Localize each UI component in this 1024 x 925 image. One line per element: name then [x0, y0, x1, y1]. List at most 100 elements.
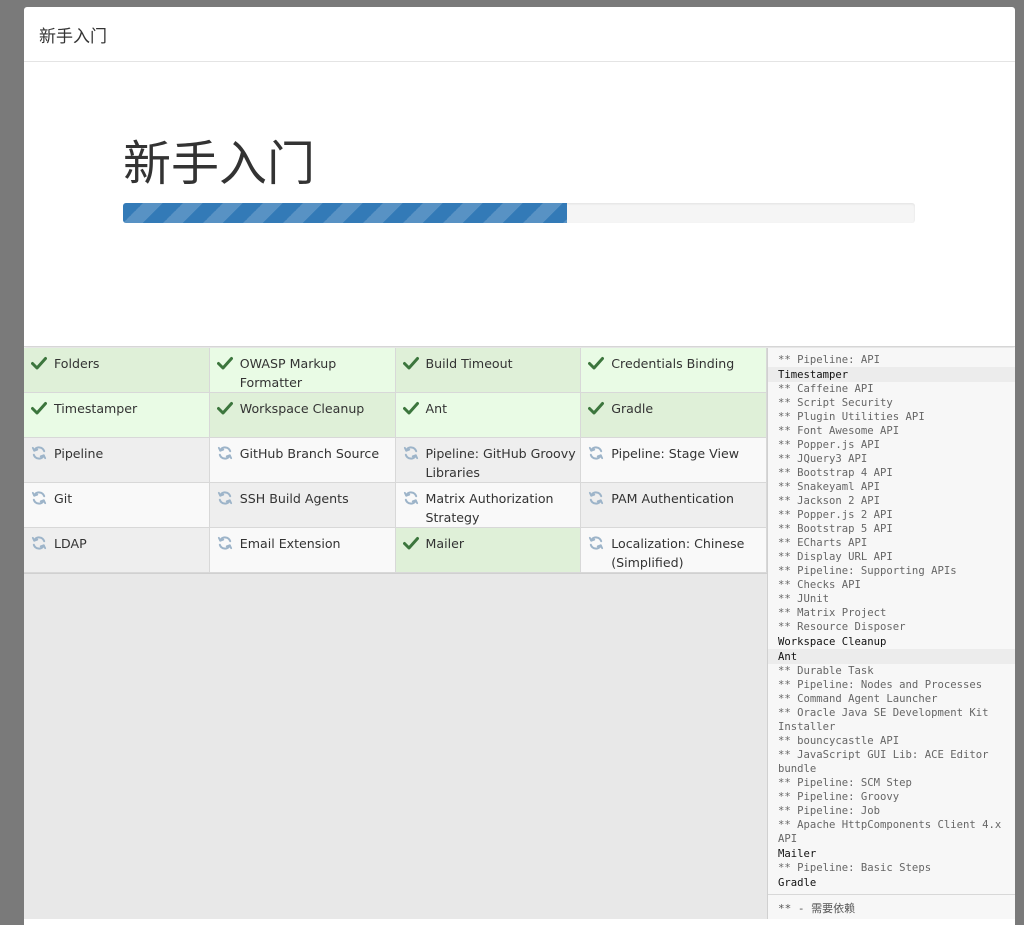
log-plugin-line: Ant — [768, 649, 1015, 664]
checkmark-icon — [402, 355, 419, 371]
refresh-icon — [403, 490, 419, 506]
plugin-item: GitHub Branch Source — [209, 438, 396, 483]
plugin-name: Pipeline: Stage View — [611, 446, 740, 461]
log-dependency-line: ** Checks API — [778, 579, 861, 591]
checkmark-icon — [588, 355, 605, 371]
refresh-icon — [31, 535, 47, 551]
plugin-item: Mailer — [395, 528, 582, 573]
log-dependency-line: ** Font Awesome API — [778, 425, 900, 437]
refresh-icon — [403, 445, 419, 461]
plugin-item: Pipeline — [24, 438, 210, 483]
log-dependency-line: ** Popper.js 2 API — [778, 509, 893, 521]
install-log[interactable]: ** Pipeline: API Timestamper ** Caffeine A… — [768, 348, 1015, 894]
plugin-item: PAM Authentication — [581, 483, 767, 528]
log-dependency-line: ** Resource Disposer — [778, 621, 906, 633]
install-progress-panel: 新手入门 — [24, 62, 1015, 347]
plugin-list: Folders OWASP Markup Formatter Build Timeo… — [24, 348, 767, 919]
log-plugin-line: Gradle — [778, 877, 817, 889]
plugin-name: OWASP Markup Formatter — [239, 356, 337, 390]
plugin-name: PAM Authentication — [611, 491, 734, 506]
refresh-icon — [588, 490, 604, 506]
log-dependency-line: ** Pipeline: Basic Steps — [778, 862, 932, 874]
log-dependency-line: ** Pipeline: Nodes and Processes — [778, 679, 983, 691]
log-dependency-line: ** Display URL API — [778, 551, 893, 563]
install-content: Folders OWASP Markup Formatter Build Timeo… — [24, 348, 1015, 919]
plugin-name: GitHub Branch Source — [239, 446, 380, 461]
plugin-item: Build Timeout — [395, 348, 582, 393]
log-plugin-line: Timestamper — [768, 367, 1015, 382]
dialog-header: 新手入门 — [24, 7, 1015, 62]
log-plugin-line: Workspace Cleanup — [778, 636, 887, 648]
log-dependency-line: ** Apache HttpComponents Client 4.x API — [778, 819, 1002, 845]
dialog-title: 新手入门 — [39, 26, 107, 47]
plugin-name: Pipeline: GitHub Groovy Libraries — [425, 446, 576, 480]
log-legend: ** - 需要依赖 — [768, 894, 1015, 919]
checkmark-icon — [31, 400, 47, 416]
log-dependency-line: ** Matrix Project — [778, 607, 887, 619]
plugin-name: Ant — [425, 401, 448, 416]
plugin-name: Timestamper — [54, 401, 138, 416]
log-dependency-line: ** Jackson 2 API — [778, 495, 881, 507]
refresh-icon — [217, 535, 233, 551]
plugin-name: SSH Build Agents — [239, 491, 349, 506]
plugin-item: Folders — [24, 348, 210, 393]
plugin-item: Email Extension — [209, 528, 396, 573]
plugin-item: Ant — [395, 393, 582, 438]
install-log-panel[interactable]: ** Pipeline: API Timestamper ** Caffeine A… — [767, 348, 1015, 919]
refresh-icon — [217, 490, 233, 506]
log-dependency-line: ** Pipeline: API — [778, 354, 881, 366]
log-dependency-line: ** Pipeline: Groovy — [778, 791, 900, 803]
install-progress-bar — [123, 203, 915, 223]
plugin-name: Localization: Chinese (Simplified) — [611, 536, 745, 570]
refresh-icon — [217, 445, 233, 461]
plugin-item: LDAP — [24, 528, 210, 573]
log-dependency-line: ** ECharts API — [778, 537, 868, 549]
log-dependency-line: ** Bootstrap 5 API — [778, 523, 893, 535]
plugin-grid: Folders OWASP Markup Formatter Build Timeo… — [24, 348, 767, 574]
plugin-name: Credentials Binding — [611, 356, 735, 371]
log-dependency-line: ** JavaScript GUI Lib: ACE Editor bundle — [778, 749, 989, 775]
plugin-name: Email Extension — [239, 536, 341, 551]
refresh-icon — [588, 535, 604, 551]
plugin-item: SSH Build Agents — [209, 483, 396, 528]
page-title: 新手入门 — [123, 136, 316, 192]
plugin-item: OWASP Markup Formatter — [209, 348, 396, 393]
plugin-name: LDAP — [54, 536, 87, 551]
plugin-item: Localization: Chinese (Simplified) — [581, 528, 767, 573]
log-dependency-line: ** Pipeline: Supporting APIs — [778, 565, 957, 577]
plugin-name: Workspace Cleanup — [239, 401, 365, 416]
log-dependency-line: ** Bootstrap 4 API — [778, 467, 893, 479]
log-dependency-line: ** bouncycastle API — [778, 735, 900, 747]
checkmark-icon — [216, 400, 233, 416]
plugin-name: Pipeline — [54, 446, 104, 461]
refresh-icon — [31, 445, 47, 461]
plugin-name: Gradle — [611, 401, 654, 416]
log-dependency-line: ** Oracle Java SE Development Kit Instal… — [778, 707, 989, 733]
plugin-item: Pipeline: Stage View — [581, 438, 767, 483]
log-dependency-line: ** Snakeyaml API — [778, 481, 881, 493]
refresh-icon — [31, 490, 47, 506]
setup-wizard-dialog: 新手入门 新手入门 Folders OWASP Markup Formatter B… — [24, 7, 1015, 925]
log-dependency-line: ** JUnit — [778, 593, 830, 605]
log-dependency-line: ** Caffeine API — [778, 383, 874, 395]
plugin-name: Build Timeout — [425, 356, 513, 371]
plugin-item: Gradle — [581, 393, 767, 438]
checkmark-icon — [588, 400, 605, 416]
log-dependency-line: ** Durable Task — [778, 665, 874, 677]
plugin-item: Credentials Binding — [581, 348, 767, 393]
log-dependency-line: ** JQuery3 API — [778, 453, 868, 465]
log-dependency-line: ** Pipeline: SCM Step — [778, 777, 912, 789]
checkmark-icon — [402, 400, 419, 416]
log-dependency-line: ** Plugin Utilities API — [778, 411, 925, 423]
checkmark-icon — [402, 535, 419, 551]
refresh-icon — [588, 445, 604, 461]
plugin-item: Timestamper — [24, 393, 210, 438]
checkmark-icon — [31, 355, 47, 371]
plugin-item: Workspace Cleanup — [209, 393, 396, 438]
log-dependency-line: ** Command Agent Launcher — [778, 693, 938, 705]
plugin-name: Mailer — [425, 536, 465, 551]
plugin-item: Git — [24, 483, 210, 528]
log-dependency-line: ** Pipeline: Job — [778, 805, 881, 817]
progress-fill — [123, 203, 567, 223]
plugin-name: Matrix Authorization Strategy — [425, 491, 554, 525]
